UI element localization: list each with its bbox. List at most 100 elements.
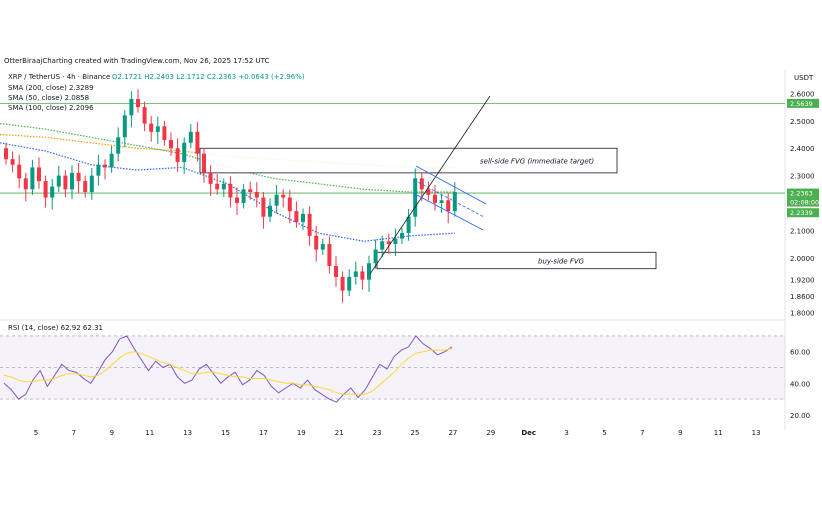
candle-body (96, 164, 101, 176)
candle-body (89, 175, 94, 193)
time-tick-label: 7 (72, 429, 76, 437)
candle-body (188, 131, 193, 143)
price-tick-label: 1.9200 (790, 277, 815, 285)
candle-body (274, 194, 279, 206)
currency-label: USDT (794, 74, 814, 82)
candle-body (43, 181, 48, 198)
candle-body (109, 153, 114, 168)
price-tick-label: 2.0000 (790, 255, 815, 263)
time-tick-label: 29 (486, 429, 495, 437)
time-tick-label: 13 (752, 429, 761, 437)
time-tick-label: 3 (564, 429, 568, 437)
rsi-tick-label: 20.00 (790, 412, 810, 420)
credit-text: OtterBiraajCharting created with Trading… (4, 57, 270, 65)
time-tick-label: 21 (335, 429, 344, 437)
candle-body (241, 189, 246, 203)
candle-body (301, 213, 305, 223)
candle-body (129, 98, 134, 116)
price-tick-label: 2.6000 (790, 90, 815, 98)
candle-body (56, 175, 61, 187)
candle-body (122, 115, 127, 138)
sell-side-fvg-label: sell-side FVG (immediate target) (480, 158, 594, 166)
candle-body (393, 238, 398, 245)
time-tick-label: 25 (411, 429, 420, 437)
symbol-title: XRP / TetherUS · 4h · Binance (8, 73, 110, 81)
price-tick-label: 2.4000 (790, 145, 815, 153)
candle-body (103, 164, 107, 168)
candle-body (353, 271, 358, 277)
time-tick-label: 27 (448, 429, 457, 437)
rsi-tick-label: 40.00 (790, 380, 810, 388)
time-tick-label: 7 (640, 429, 644, 437)
candle-body (63, 175, 68, 190)
time-tick-label: 17 (259, 429, 268, 437)
candle-body (314, 235, 319, 250)
candle-body (83, 181, 88, 193)
candle-body (380, 241, 385, 250)
candle-body (254, 192, 259, 198)
candle-body (116, 137, 121, 154)
candle-body (373, 249, 378, 264)
candle-body (268, 205, 272, 217)
time-tick-label: 5 (602, 429, 606, 437)
candle-body (320, 244, 325, 250)
candle-body (208, 172, 213, 184)
time-tick-label: 11 (145, 429, 154, 437)
candle-body (334, 265, 338, 277)
price-tick-label: 2.3000 (790, 173, 815, 181)
candle-body (307, 213, 312, 236)
candle-body (433, 194, 437, 203)
price-tick-label: 1.8600 (790, 293, 815, 301)
candle-body (215, 183, 220, 190)
candle-body (446, 200, 451, 212)
candle-body (169, 140, 173, 149)
sma-price-tag: 2.2339 (790, 209, 813, 217)
candle-body (50, 186, 55, 198)
candle-body (142, 107, 147, 124)
time-tick-label: 13 (183, 429, 192, 437)
candle-body (400, 233, 404, 239)
candle-body (235, 197, 239, 203)
candle-body (228, 183, 233, 198)
candle-body (182, 142, 187, 162)
candle-body (17, 164, 22, 179)
candle-body (221, 183, 226, 190)
candle-body (294, 211, 299, 223)
time-tick-label: 23 (373, 429, 382, 437)
candle-body (327, 244, 332, 266)
candle-body (281, 194, 286, 198)
candle-body (10, 159, 15, 165)
price-tick-label: 1.8000 (790, 310, 815, 318)
candle-body (155, 126, 160, 132)
time-tick-label: 15 (221, 429, 230, 437)
candle-body (340, 276, 345, 291)
candle-body (76, 172, 81, 182)
time-tick-label: 5 (34, 429, 38, 437)
candle-body (30, 167, 35, 190)
candle-body (367, 263, 371, 280)
price-tick-label: 2.5000 (790, 118, 815, 126)
ohlc-readout: O2.1721 H2.2403 L2.1712 C2.2363 +0.0643 … (112, 73, 305, 81)
rsi-legend[interactable]: RSI (14, close) 62.92 62.31 (8, 324, 103, 332)
candle-body (70, 172, 74, 190)
candle-body (413, 178, 418, 217)
buy-side-fvg-zone (376, 251, 657, 270)
candle-body (248, 189, 253, 193)
top-price-tag: 2.5639 (790, 100, 813, 108)
candle-body (23, 178, 28, 190)
candle-body (287, 197, 292, 212)
candle-body (347, 276, 352, 291)
candle-body (360, 271, 365, 280)
trading-chart[interactable]: OtterBiraajCharting created with Trading… (0, 0, 822, 522)
sma50-legend[interactable]: SMA (50, close) 2.0858 (8, 94, 89, 102)
last-price-tag: 2.2363 (790, 190, 813, 198)
time-tick-label: 9 (678, 429, 682, 437)
candle-body (261, 197, 266, 217)
sma100-legend[interactable]: SMA (100, close) 2.2096 (8, 104, 94, 112)
candle-body (175, 148, 180, 162)
candle-body (149, 123, 154, 132)
buy-side-fvg-label: buy-side FVG (538, 258, 585, 266)
time-tick-label: 19 (297, 429, 306, 437)
sma200-legend[interactable]: SMA (200, close) 2.3289 (8, 84, 94, 92)
candle-body (37, 167, 41, 182)
